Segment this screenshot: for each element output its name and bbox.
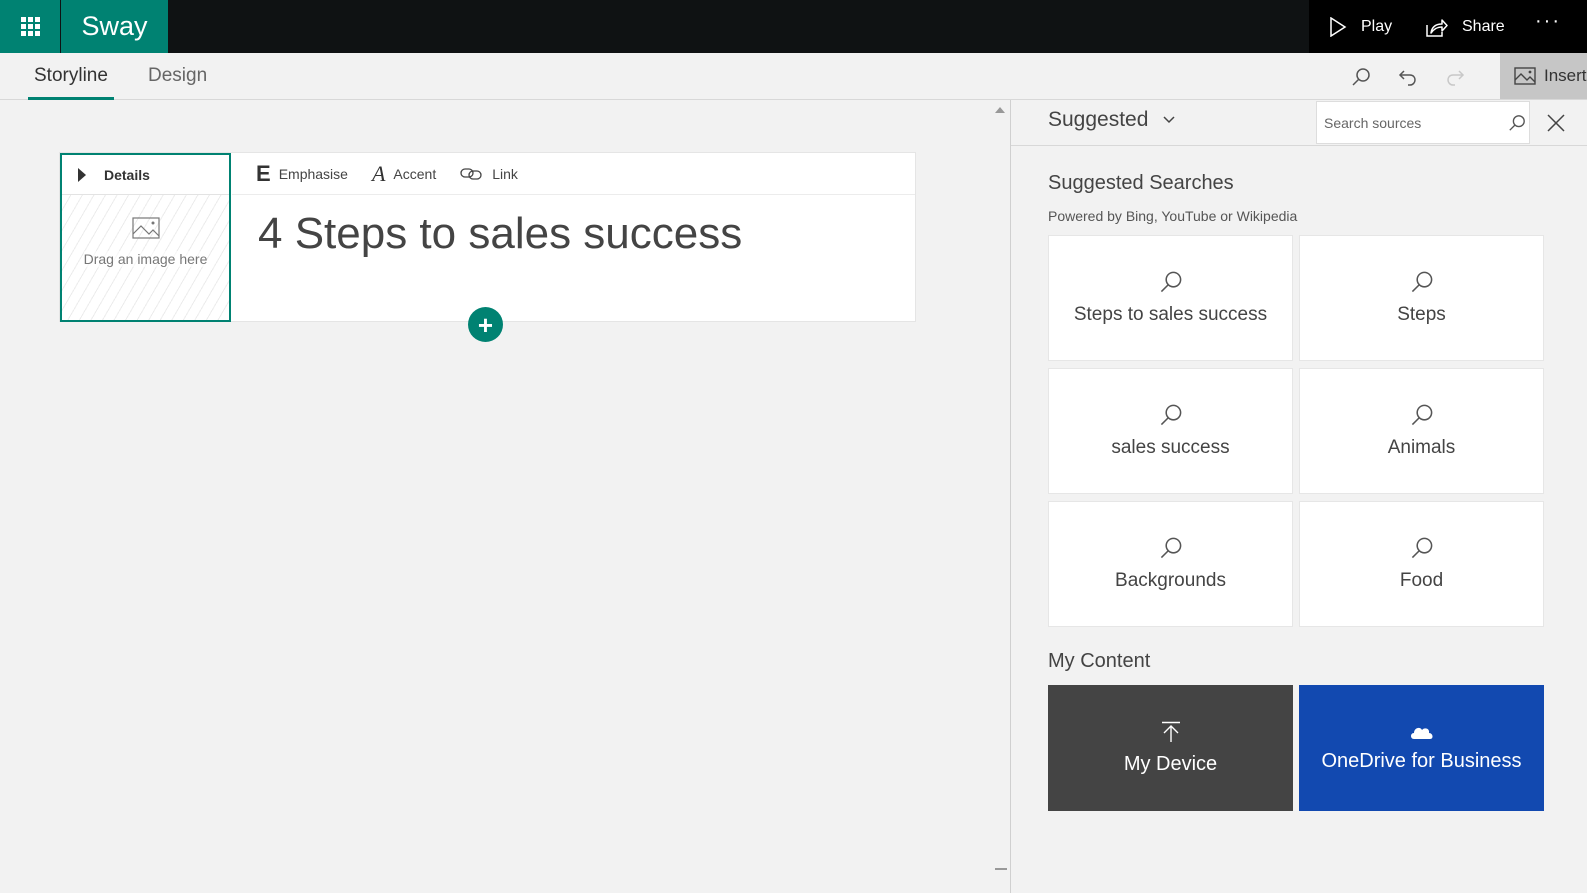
chevron-down-icon (1163, 116, 1175, 124)
search-button[interactable] (1347, 63, 1375, 91)
my-device-label: My Device (1123, 752, 1218, 775)
suggestion-label: sales success (1111, 437, 1230, 458)
emphasise-label: Emphasise (278, 165, 348, 182)
top-actions: Play Share ··· (1309, 0, 1587, 53)
details-panel: Details Drag an image here (60, 153, 231, 322)
suggestion-label: Steps to sales success (1073, 304, 1268, 325)
search-sources-box (1316, 101, 1530, 144)
suggestion-tile[interactable]: sales success (1048, 368, 1293, 494)
storyline-canvas: Details Drag an image here E Emphasise A… (0, 100, 1010, 893)
link-icon (460, 167, 482, 180)
suggested-searches-heading: Suggested Searches (1048, 172, 1234, 194)
accent-icon: A (371, 160, 386, 186)
onedrive-label: OneDrive for Business (1321, 749, 1522, 772)
undo-button[interactable] (1394, 63, 1422, 91)
search-sources-input[interactable] (1317, 114, 1505, 131)
suggestion-tile[interactable]: Steps to sales success (1048, 235, 1293, 361)
redo-button[interactable] (1441, 63, 1469, 91)
source-label: Suggested (1048, 108, 1149, 131)
expand-triangle-icon (78, 167, 86, 182)
tab-storyline[interactable]: Storyline (28, 53, 114, 100)
suggestion-label: Backgrounds (1115, 570, 1226, 591)
details-toggle[interactable]: Details (62, 155, 229, 195)
search-icon (1352, 68, 1370, 86)
insert-button[interactable]: Insert (1500, 53, 1587, 99)
source-dropdown[interactable]: Suggested (1048, 108, 1176, 132)
close-icon (1547, 114, 1565, 132)
suggestion-tile[interactable]: Food (1299, 501, 1544, 627)
format-toolbar: E Emphasise A Accent Link (232, 153, 915, 195)
play-label: Play (1361, 17, 1393, 35)
suggested-searches-grid: Steps to sales success Steps sales succe… (1048, 235, 1545, 627)
my-content-heading: My Content (1048, 650, 1151, 672)
share-label: Share (1462, 17, 1505, 35)
suggestion-tile[interactable]: Animals (1299, 368, 1544, 494)
suggestion-label: Steps (1397, 304, 1446, 325)
share-button[interactable]: Share (1426, 17, 1505, 37)
search-icon (1509, 114, 1525, 131)
app-name[interactable]: Sway (61, 0, 168, 53)
tab-design[interactable]: Design (142, 53, 213, 99)
dropzone-text: Drag an image here (83, 251, 208, 267)
upload-icon (1161, 721, 1180, 742)
image-dropzone[interactable]: Drag an image here (62, 195, 229, 320)
top-bar: Sway Play Share ··· (0, 0, 1587, 53)
suggestion-label: Food (1399, 570, 1444, 591)
search-icon (1160, 404, 1181, 426)
search-icon (1411, 404, 1432, 426)
title-card: Details Drag an image here E Emphasise A… (59, 152, 916, 322)
suggestion-label: Animals (1387, 437, 1456, 458)
waffle-icon (20, 17, 40, 36)
more-options-button[interactable]: ··· (1535, 10, 1561, 33)
close-panel-button[interactable] (1541, 108, 1571, 138)
play-button[interactable]: Play (1329, 16, 1393, 37)
link-label: Link (492, 165, 518, 182)
emphasise-button[interactable]: E Emphasise (256, 161, 348, 187)
suggestion-tile[interactable]: Steps (1299, 235, 1544, 361)
link-button[interactable]: Link (460, 166, 518, 182)
suggested-searches-subtitle: Powered by Bing, YouTube or Wikipedia (1048, 208, 1298, 224)
panel-header: Suggested (1011, 100, 1587, 146)
undo-icon (1398, 70, 1416, 86)
redo-icon (1447, 70, 1465, 86)
my-device-button[interactable]: My Device (1048, 685, 1293, 811)
search-icon (1160, 537, 1181, 559)
search-sources-button[interactable] (1505, 103, 1529, 143)
emphasise-icon: E (256, 160, 271, 186)
search-icon (1411, 537, 1432, 559)
add-card-button[interactable]: + (468, 307, 503, 342)
accent-button[interactable]: A Accent (372, 161, 436, 187)
accent-label: Accent (393, 165, 437, 182)
insert-panel: Suggested Suggested Searches Powered by … (1011, 100, 1587, 893)
cloud-icon (1410, 727, 1433, 739)
image-icon (1514, 67, 1536, 85)
scroll-down-arrow[interactable] (995, 868, 1007, 870)
search-icon (1411, 271, 1432, 293)
my-content-grid: My Device OneDrive for Business (1048, 685, 1544, 811)
image-placeholder-icon (131, 217, 160, 239)
search-icon (1160, 271, 1181, 293)
suggestion-tile[interactable]: Backgrounds (1048, 501, 1293, 627)
insert-label: Insert (1544, 66, 1587, 85)
app-launcher-button[interactable] (0, 0, 60, 53)
share-icon (1426, 18, 1448, 37)
play-icon (1330, 16, 1347, 37)
details-label: Details (104, 166, 150, 183)
scroll-up-arrow[interactable] (995, 107, 1005, 113)
secondary-toolbar: Storyline Design Insert (0, 53, 1587, 100)
card-title[interactable]: 4 Steps to sales success (258, 209, 742, 259)
onedrive-button[interactable]: OneDrive for Business (1299, 685, 1544, 811)
